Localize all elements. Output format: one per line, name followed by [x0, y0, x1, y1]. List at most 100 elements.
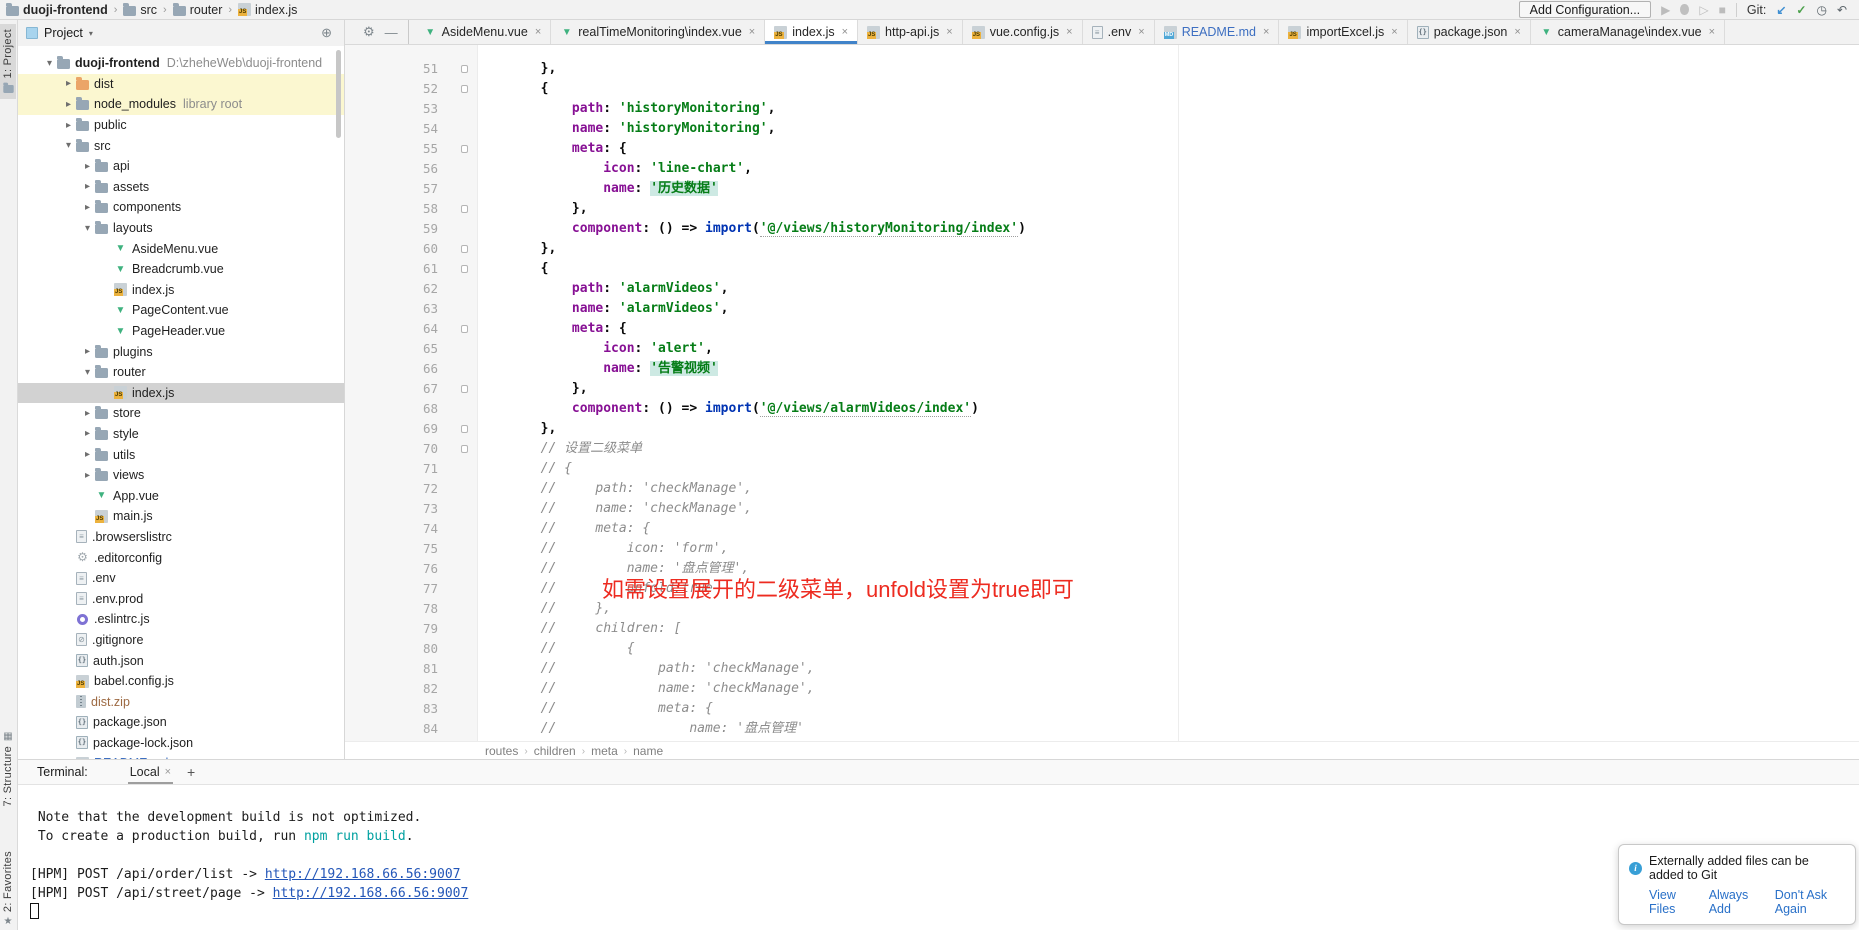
- project-panel-title[interactable]: Project: [44, 26, 83, 40]
- line-number[interactable]: 56: [423, 159, 453, 179]
- line-number[interactable]: 72: [423, 479, 453, 499]
- tree-chevron-icon[interactable]: ▸: [61, 99, 76, 110]
- close-icon[interactable]: ×: [535, 26, 541, 38]
- gear-icon[interactable]: ⚙: [363, 24, 375, 40]
- tree-item-asidemenu-vue[interactable]: ▼AsideMenu.vue: [18, 238, 344, 259]
- line-number[interactable]: 51: [423, 59, 453, 79]
- close-icon[interactable]: ×: [946, 26, 952, 38]
- tree-chevron-icon[interactable]: ▸: [80, 428, 95, 439]
- tool-window-button-structure[interactable]: ▦ 7: Structure: [0, 726, 16, 811]
- terminal-output[interactable]: Note that the development build is not o…: [18, 785, 1859, 922]
- tree-item-public[interactable]: ▸public: [18, 115, 344, 136]
- tree-chevron-icon[interactable]: ▾: [42, 58, 57, 69]
- line-number[interactable]: 55: [423, 139, 453, 159]
- tree-item--env[interactable]: ≡.env: [18, 568, 344, 589]
- tree-item-views[interactable]: ▸views: [18, 465, 344, 486]
- add-configuration-button[interactable]: Add Configuration...: [1519, 1, 1652, 18]
- close-icon[interactable]: ×: [1263, 26, 1269, 38]
- line-number[interactable]: 75: [423, 539, 453, 559]
- tree-item-dist-zip[interactable]: dist.zip: [18, 691, 344, 712]
- line-number[interactable]: 83: [423, 699, 453, 719]
- line-number[interactable]: 53: [423, 99, 453, 119]
- line-number[interactable]: 61: [423, 259, 453, 279]
- tree-item-package-json[interactable]: {}package.json: [18, 712, 344, 733]
- line-number[interactable]: 60: [423, 239, 453, 259]
- breadcrumb-item[interactable]: index.js: [238, 3, 297, 17]
- tree-chevron-icon[interactable]: ▸: [61, 78, 76, 89]
- close-icon[interactable]: ×: [1138, 26, 1144, 38]
- tree-item-pagecontent-vue[interactable]: ▼PageContent.vue: [18, 300, 344, 321]
- fold-marker-icon[interactable]: [461, 445, 468, 453]
- editor-tab-realtimemonitoring-index-vue[interactable]: ▼realTimeMonitoring\index.vue×: [551, 20, 765, 44]
- terminal-tab-local[interactable]: Local ×: [128, 760, 173, 784]
- tree-item-src[interactable]: ▾src: [18, 135, 344, 156]
- fold-marker-icon[interactable]: [461, 145, 468, 153]
- terminal-link[interactable]: http://192.168.66.56:9007: [265, 867, 461, 882]
- close-icon[interactable]: ×: [165, 766, 171, 778]
- fold-marker-icon[interactable]: [461, 65, 468, 73]
- line-number[interactable]: 52: [423, 79, 453, 99]
- fold-marker-icon[interactable]: [461, 325, 468, 333]
- editor-tab-http-api-js[interactable]: http-api.js×: [858, 20, 963, 44]
- tree-chevron-icon[interactable]: ▾: [80, 223, 95, 234]
- line-number[interactable]: 80: [423, 639, 453, 659]
- editor-tab-vue-config-js[interactable]: vue.config.js×: [963, 20, 1083, 44]
- tree-chevron-icon[interactable]: ▸: [80, 202, 95, 213]
- editor-tab-importexcel-js[interactable]: importExcel.js×: [1279, 20, 1407, 44]
- line-number[interactable]: 71: [423, 459, 453, 479]
- locate-file-icon[interactable]: ⊕: [317, 25, 336, 41]
- tree-item-main-js[interactable]: main.js: [18, 506, 344, 527]
- tree-chevron-icon[interactable]: ▾: [80, 367, 95, 378]
- code-editor[interactable]: 51 },52 {53 path: 'historyMonitoring',54…: [345, 45, 1859, 741]
- notification-action-always-add[interactable]: Always Add: [1709, 888, 1761, 916]
- editor-tab--env[interactable]: ≡.env×: [1083, 20, 1155, 44]
- tree-item-node-modules[interactable]: ▸node_moduleslibrary root: [18, 94, 344, 115]
- editor-tab-index-js[interactable]: index.js×: [765, 20, 858, 44]
- tree-item-assets[interactable]: ▸assets: [18, 177, 344, 198]
- line-number[interactable]: 67: [423, 379, 453, 399]
- line-number[interactable]: 81: [423, 659, 453, 679]
- tree-scrollbar[interactable]: [336, 50, 341, 138]
- close-icon[interactable]: ×: [1391, 26, 1397, 38]
- line-number[interactable]: 79: [423, 619, 453, 639]
- line-number[interactable]: 84: [423, 719, 453, 739]
- new-terminal-session-icon[interactable]: +: [187, 764, 195, 780]
- tree-item--gitignore[interactable]: ⊘.gitignore: [18, 630, 344, 651]
- tree-item-package-lock-json[interactable]: {}package-lock.json: [18, 733, 344, 754]
- editor-breadcrumb-item[interactable]: name: [633, 744, 663, 758]
- breadcrumb-item[interactable]: duoji-frontend: [6, 3, 108, 17]
- editor-tab-cameramanage-index-vue[interactable]: ▼cameraManage\index.vue×: [1531, 20, 1725, 44]
- tree-item-plugins[interactable]: ▸plugins: [18, 341, 344, 362]
- tree-chevron-icon[interactable]: ▸: [80, 408, 95, 419]
- git-rollback-icon[interactable]: ↶: [1837, 3, 1847, 17]
- tree-item-store[interactable]: ▸store: [18, 403, 344, 424]
- notification-action-don-t-ask-again[interactable]: Don't Ask Again: [1775, 888, 1845, 916]
- hide-panel-icon[interactable]: —: [385, 25, 398, 40]
- breadcrumb-item[interactable]: router: [173, 3, 223, 17]
- line-number[interactable]: 63: [423, 299, 453, 319]
- line-number[interactable]: 73: [423, 499, 453, 519]
- line-number[interactable]: 58: [423, 199, 453, 219]
- fold-marker-icon[interactable]: [461, 205, 468, 213]
- editor-breadcrumb-item[interactable]: routes: [485, 744, 518, 758]
- line-number[interactable]: 54: [423, 119, 453, 139]
- tree-item-app-vue[interactable]: ▼App.vue: [18, 485, 344, 506]
- line-number[interactable]: 59: [423, 219, 453, 239]
- line-number[interactable]: 64: [423, 319, 453, 339]
- tool-window-button-project[interactable]: 1: Project: [0, 24, 16, 99]
- tree-item-dist[interactable]: ▸dist: [18, 74, 344, 95]
- line-number[interactable]: 74: [423, 519, 453, 539]
- fold-marker-icon[interactable]: [461, 425, 468, 433]
- tree-item--eslintrc-js[interactable]: .eslintrc.js: [18, 609, 344, 630]
- line-number[interactable]: 57: [423, 179, 453, 199]
- tree-item-index-js[interactable]: index.js: [18, 280, 344, 301]
- fold-marker-icon[interactable]: [461, 265, 468, 273]
- editor-breadcrumb-item[interactable]: meta: [591, 744, 618, 758]
- editor-breadcrumb-item[interactable]: children: [534, 744, 576, 758]
- line-number[interactable]: 68: [423, 399, 453, 419]
- editor-tab-asidemenu-vue[interactable]: ▼AsideMenu.vue×: [415, 20, 552, 44]
- tree-chevron-icon[interactable]: ▸: [80, 346, 95, 357]
- line-number[interactable]: 78: [423, 599, 453, 619]
- tree-item--browserslistrc[interactable]: ≡.browserslistrc: [18, 527, 344, 548]
- line-number[interactable]: 69: [423, 419, 453, 439]
